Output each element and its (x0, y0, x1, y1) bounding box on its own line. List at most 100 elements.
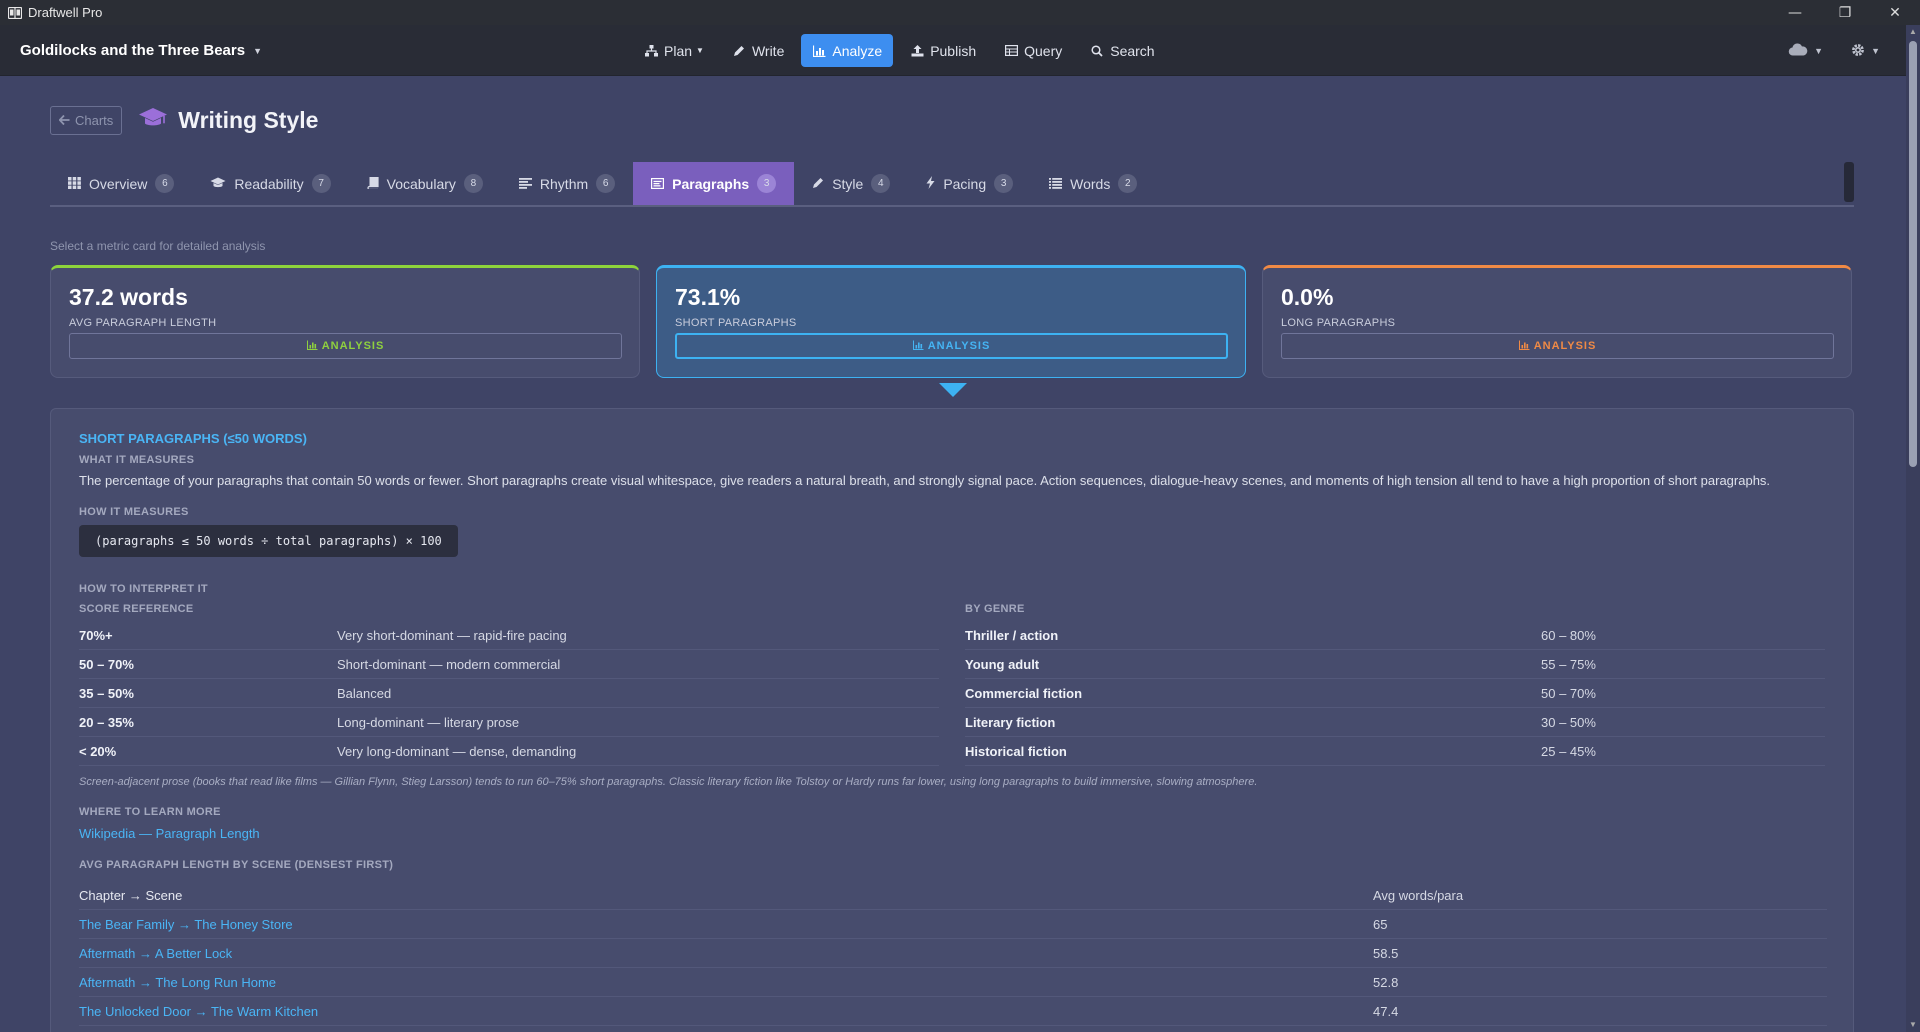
scene-link[interactable]: Aftermath → A Better Lock (79, 946, 232, 961)
grid-icon (68, 176, 81, 192)
table-row: Historical fiction 25 – 45% (965, 737, 1825, 766)
genre-name: Literary fiction (965, 714, 1056, 730)
tab-style[interactable]: Style 4 (794, 162, 908, 205)
tab-count-badge: 4 (871, 174, 891, 193)
tab-paragraphs[interactable]: Paragraphs 3 (633, 162, 795, 205)
nav-query[interactable]: Query (993, 34, 1073, 67)
tab-words-label: Words (1070, 175, 1111, 192)
analysis-label: ANALYSIS (321, 340, 385, 352)
metric-label: AVG PARAGRAPH LENGTH (69, 317, 217, 329)
maximize-button[interactable]: ❐ (1820, 0, 1870, 25)
nav-analyze[interactable]: Analyze (801, 34, 894, 67)
tab-readability[interactable]: Readability 7 (192, 162, 348, 205)
back-to-charts-button[interactable]: Charts (50, 106, 123, 135)
window-controls: — ❐ ✕ (1770, 0, 1920, 25)
cloud-sync-button[interactable]: ▼ (1788, 43, 1823, 58)
column-header-avg: Avg words/para (1373, 887, 1464, 903)
page-title: Writing Style (178, 107, 319, 133)
genre-reference-table: BY GENRE Thriller / action 60 – 80% Young… (965, 603, 1825, 766)
score-meaning: Balanced (337, 685, 392, 701)
scene-link[interactable]: The Bear Family → The Honey Store (79, 917, 293, 932)
chevron-down-icon: ▼ (253, 45, 262, 56)
tab-rhythm-label: Rhythm (539, 175, 589, 192)
wikipedia-link[interactable]: Wikipedia — Paragraph Length (79, 826, 260, 841)
detail-title: SHORT PARAGRAPHS (≤50 WORDS) (79, 431, 307, 446)
table-row: Aftermath → A Better Lock 58.5 (79, 939, 1827, 968)
table-row: Commercial fiction 50 – 70% (965, 679, 1825, 708)
tab-overview[interactable]: Overview 6 (50, 162, 192, 205)
book-icon (367, 176, 379, 192)
chevron-down-icon: ▼ (1814, 45, 1824, 56)
what-heading: WHAT IT MEASURES (79, 454, 195, 466)
analysis-label: ANALYSIS (1533, 340, 1597, 352)
tab-count-badge: 6 (596, 174, 616, 193)
metric-detail-panel: SHORT PARAGRAPHS (≤50 WORDS) WHAT IT MEA… (50, 408, 1854, 1032)
metric-card-avg-paragraph-length[interactable]: 37.2 words AVG PARAGRAPH LENGTH ANALYSIS (50, 265, 640, 378)
table-row: 35 – 50% Balanced (79, 679, 939, 708)
tab-rhythm[interactable]: Rhythm 6 (501, 162, 633, 205)
score-heading: SCORE REFERENCE (79, 603, 194, 615)
table-row: Young adult 55 – 75% (965, 650, 1825, 679)
tab-vocabulary[interactable]: Vocabulary 8 (349, 162, 501, 205)
metric-value: 37.2 words (69, 284, 188, 310)
table-header-row: Chapter → Scene Avg words/para (79, 881, 1827, 910)
scene-avg: 65 (1373, 916, 1388, 932)
tab-count-badge: 7 (311, 174, 331, 193)
score-reference-table: SCORE REFERENCE 70%+ Very short-dominant … (79, 603, 939, 766)
scene-heading: AVG PARAGRAPH LENGTH BY SCENE (DENSEST F… (79, 859, 394, 871)
score-meaning: Very long-dominant — dense, demanding (337, 743, 577, 759)
analysis-button[interactable]: ANALYSIS (675, 333, 1228, 359)
nav-plan[interactable]: Plan ▼ (633, 34, 715, 67)
metric-card-long-paragraphs[interactable]: 0.0% LONG PARAGRAPHS ANALYSIS (1262, 265, 1852, 378)
tab-count-badge: 6 (155, 174, 175, 193)
tab-words[interactable]: Words 2 (1031, 162, 1155, 205)
score-range: 70%+ (79, 627, 113, 643)
tab-readability-label: Readability (234, 175, 304, 192)
scene-link[interactable]: Aftermath → The Long Run Home (79, 975, 276, 990)
tabs-scroll-handle[interactable] (1844, 162, 1854, 202)
scene-link[interactable]: The Unlocked Door → The Warm Kitchen (79, 1004, 318, 1019)
scroll-down-icon[interactable]: ▼ (1908, 1020, 1918, 1030)
nav-analyze-label: Analyze (832, 42, 883, 59)
tab-pacing[interactable]: Pacing 3 (908, 162, 1031, 205)
minimize-button[interactable]: — (1770, 0, 1820, 25)
nav-search-label: Search (1110, 42, 1155, 59)
analysis-button[interactable]: ANALYSIS (1281, 333, 1834, 359)
scene-avg: 47.4 (1373, 1003, 1399, 1019)
chevron-down-icon: ▼ (696, 46, 704, 55)
genre-heading: BY GENRE (965, 603, 1025, 615)
scroll-thumb[interactable] (1909, 41, 1917, 467)
table-row: 70%+ Very short-dominant — rapid-fire pac… (79, 621, 939, 650)
analysis-button[interactable]: ANALYSIS (69, 333, 622, 359)
nav-publish[interactable]: Publish (899, 34, 987, 67)
graduation-cap-icon (138, 107, 168, 134)
search-icon (1090, 44, 1104, 58)
nav-plan-label: Plan (664, 42, 693, 59)
project-title: Goldilocks and the Three Bears (20, 42, 246, 59)
nav-write[interactable]: Write (721, 34, 795, 67)
bar-chart-icon (812, 44, 826, 58)
table-row: Thriller / action 60 – 80% (965, 621, 1825, 650)
score-meaning: Long-dominant — literary prose (337, 714, 520, 730)
score-range: 50 – 70% (79, 656, 134, 672)
learn-heading: WHERE TO LEARN MORE (79, 806, 221, 818)
nav-search[interactable]: Search (1079, 34, 1165, 67)
genre-name: Young adult (965, 656, 1040, 672)
pen-icon (812, 176, 824, 192)
genre-range: 60 – 80% (1541, 627, 1596, 643)
close-button[interactable]: ✕ (1870, 0, 1920, 25)
book-open-icon (8, 6, 22, 20)
genre-range: 30 – 50% (1541, 714, 1596, 730)
graduation-cap-icon (210, 176, 226, 192)
metric-label: LONG PARAGRAPHS (1281, 317, 1396, 329)
page-header: Charts Writing Style (50, 106, 318, 135)
scene-avg: 52.8 (1373, 974, 1399, 990)
scroll-up-icon[interactable]: ▲ (1908, 27, 1918, 37)
settings-button[interactable]: ▼ (1851, 43, 1880, 59)
metric-card-short-paragraphs[interactable]: 73.1% SHORT PARAGRAPHS ANALYSIS (656, 265, 1246, 378)
nav-publish-label: Publish (930, 42, 977, 59)
genre-range: 50 – 70% (1541, 685, 1596, 701)
project-selector[interactable]: Goldilocks and the Three Bears ▼ (20, 25, 262, 76)
table-row: < 20% Very long-dominant — dense, demandi… (79, 737, 939, 766)
page-scrollbar[interactable]: ▲ ▼ (1906, 25, 1920, 1032)
